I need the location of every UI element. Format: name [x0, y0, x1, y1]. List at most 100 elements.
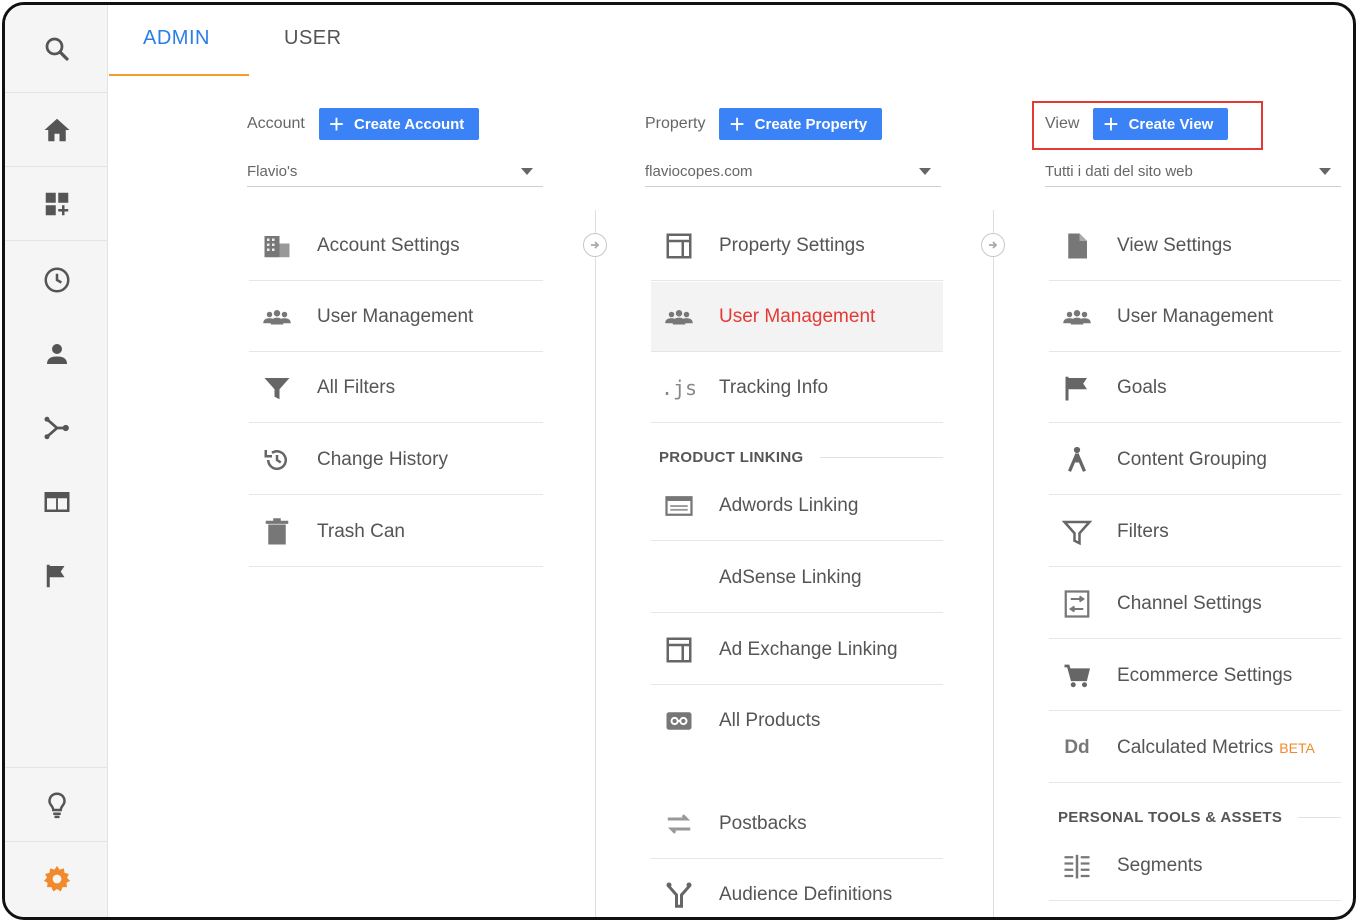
chevron-down-icon: [919, 168, 931, 175]
create-property-button[interactable]: + Create Property: [719, 108, 883, 140]
item-label: Content Grouping: [1117, 448, 1267, 470]
postback-icon: [667, 813, 691, 834]
plus-icon: +: [328, 109, 344, 139]
channel-icon: [1064, 589, 1090, 618]
property-header: Property + Create Property: [645, 108, 883, 140]
rail-realtime[interactable]: [5, 243, 108, 317]
building-icon: [264, 235, 290, 257]
item-label: Audience Definitions: [719, 884, 893, 905]
annotation-highlight: [1032, 101, 1263, 150]
window-icon: [666, 233, 692, 258]
item-label: Filters: [1117, 520, 1169, 542]
all-filters-item[interactable]: All Filters: [249, 353, 543, 423]
app-window: ADMIN USER Account + Create Account Flavi…: [2, 2, 1356, 920]
item-label: Segments: [1117, 854, 1203, 876]
users-icon: [263, 309, 291, 324]
audience-icon: [666, 882, 692, 908]
person-icon: [46, 344, 67, 364]
ad-exchange-linking-item[interactable]: Ad Exchange Linking: [651, 615, 943, 685]
item-label: Property Settings: [719, 234, 865, 256]
gear-icon: [43, 865, 70, 892]
segments-icon: [1064, 854, 1090, 878]
history-icon: [264, 449, 287, 470]
document-icon: [1068, 233, 1087, 258]
dd-icon: Dd: [1064, 736, 1090, 758]
adsense-linking-item[interactable]: AdSense Linking: [651, 543, 943, 613]
change-history-item[interactable]: Change History: [249, 425, 543, 495]
account-label: Account: [247, 115, 305, 132]
active-tab-indicator: [109, 74, 249, 76]
create-account-button[interactable]: + Create Account: [318, 108, 480, 140]
property-settings-item[interactable]: Property Settings: [651, 211, 943, 281]
chevron-down-icon: [521, 168, 533, 175]
rail-admin[interactable]: [5, 842, 108, 916]
item-label: All Products: [719, 710, 821, 731]
trash-can-item[interactable]: Trash Can: [249, 497, 543, 567]
adwords-icon: [665, 495, 693, 516]
section-label: PERSONAL TOOLS & ASSETS: [1058, 809, 1283, 826]
item-label: Account Settings: [317, 234, 460, 256]
tab-user[interactable]: USER: [284, 27, 342, 77]
content-grouping-item[interactable]: Content Grouping: [1049, 425, 1341, 495]
view-selected: Tutti i dati del sito web: [1045, 163, 1193, 180]
item-label: Ad Exchange Linking: [719, 638, 898, 660]
property-selector[interactable]: flaviocopes.com: [645, 157, 941, 187]
item-label: User Management: [1117, 305, 1274, 327]
cart-icon: [1064, 664, 1091, 687]
calculated-metrics-item[interactable]: Dd Calculated Metrics BETA: [1049, 713, 1341, 783]
rail-customization[interactable]: [5, 167, 108, 241]
account-selector[interactable]: Flavio's: [247, 157, 543, 187]
item-label: User Management: [719, 305, 876, 327]
clock-icon: [44, 267, 69, 293]
home-icon: [44, 118, 69, 141]
filter-icon: [264, 377, 290, 399]
account-header: Account + Create Account: [247, 108, 480, 140]
item-label: All Filters: [317, 376, 396, 398]
rail-acquisition[interactable]: [5, 391, 108, 465]
property-user-management-item[interactable]: User Management: [651, 282, 943, 352]
rail-search[interactable]: [5, 5, 108, 93]
chevron-down-icon: [1319, 168, 1331, 175]
property-selected: flaviocopes.com: [645, 163, 753, 180]
audience-definitions-item[interactable]: Audience Definitions: [651, 860, 943, 917]
view-selector[interactable]: Tutti i dati del sito web: [1045, 157, 1341, 187]
behavior-icon: [44, 492, 69, 512]
acquisition-icon: [44, 416, 69, 440]
item-label: Trash Can: [317, 520, 405, 542]
beta-badge: BETA: [1279, 739, 1315, 756]
rail-behavior[interactable]: [5, 465, 108, 539]
rail-audience[interactable]: [5, 317, 108, 391]
create-account-label: Create Account: [354, 115, 465, 133]
adwords-linking-item[interactable]: Adwords Linking: [651, 471, 943, 541]
ecommerce-settings-item[interactable]: Ecommerce Settings: [1049, 641, 1341, 711]
js-icon: .js: [660, 375, 698, 400]
channel-settings-item[interactable]: Channel Settings: [1049, 569, 1341, 639]
trash-icon: [265, 517, 289, 544]
rail-discover[interactable]: [5, 768, 108, 842]
item-label: Goals: [1117, 376, 1167, 398]
arrow-right-icon: [981, 233, 1005, 257]
arrow-right-icon: [583, 233, 607, 257]
item-label: Postbacks: [719, 812, 807, 834]
item-label: AdSense Linking: [719, 566, 862, 588]
item-label: Change History: [317, 448, 448, 470]
users-icon: [1063, 309, 1091, 324]
window-icon: [666, 637, 692, 662]
segments-item[interactable]: Segments: [1049, 831, 1341, 901]
postbacks-item[interactable]: Postbacks: [651, 789, 943, 859]
rail-home[interactable]: [5, 93, 108, 167]
tracking-info-item[interactable]: .js Tracking Info: [651, 353, 943, 423]
rail-conversions[interactable]: [5, 539, 108, 613]
all-products-item[interactable]: All Products: [651, 686, 943, 756]
view-settings-item[interactable]: View Settings: [1049, 211, 1341, 281]
goals-item[interactable]: Goals: [1049, 353, 1341, 423]
account-user-management-item[interactable]: User Management: [249, 282, 543, 352]
view-user-management-item[interactable]: User Management: [1049, 282, 1341, 352]
account-selected: Flavio's: [247, 163, 298, 180]
filters-item[interactable]: Filters: [1049, 497, 1341, 567]
create-property-label: Create Property: [754, 115, 868, 133]
account-settings-item[interactable]: Account Settings: [249, 211, 543, 281]
users-icon: [665, 309, 693, 324]
item-label: Channel Settings: [1117, 592, 1262, 614]
tab-admin[interactable]: ADMIN: [143, 27, 210, 77]
